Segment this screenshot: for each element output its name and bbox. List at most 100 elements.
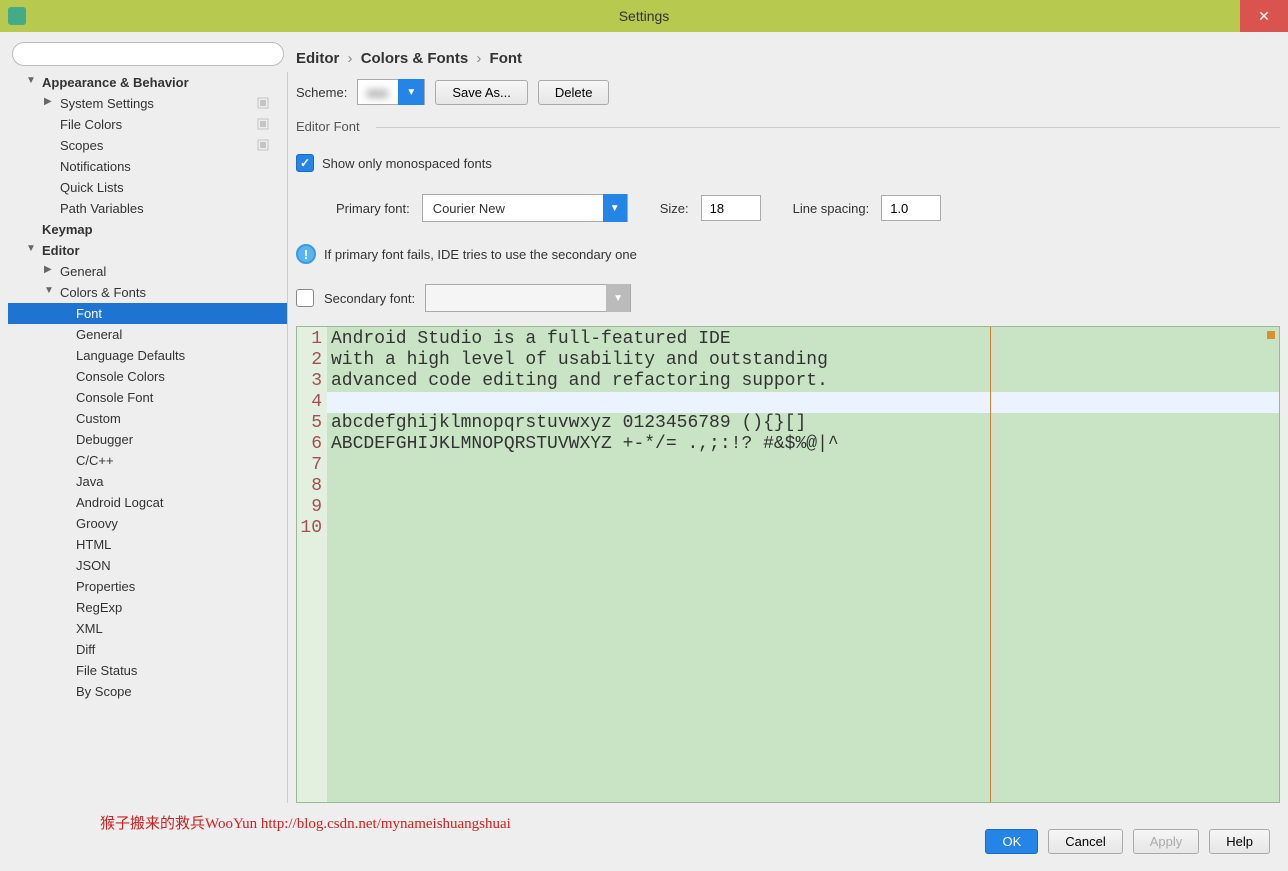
- tree-item-label: Custom: [76, 411, 121, 426]
- primary-font-dropdown[interactable]: Courier New ▼: [422, 194, 628, 222]
- body: 🔍 ▼ Appearance & Behavior ▶System Settings…: [0, 32, 1288, 811]
- primary-font-label: Primary font:: [336, 201, 410, 216]
- monospaced-checkbox[interactable]: ✓: [296, 154, 314, 172]
- tree-arrow-icon: ▼: [26, 75, 36, 86]
- tree-item[interactable]: Java: [8, 471, 287, 492]
- ok-button[interactable]: OK: [985, 829, 1038, 854]
- tree-item[interactable]: Debugger: [8, 429, 287, 450]
- tree-item[interactable]: Path Variables: [8, 198, 287, 219]
- search-container: 🔍: [12, 42, 284, 66]
- tree-item[interactable]: File Colors: [8, 114, 287, 135]
- preview-gutter: 12345678910: [297, 327, 327, 802]
- tree-item-label: By Scope: [76, 684, 132, 699]
- editor-font-legend: Editor Font: [296, 119, 1280, 134]
- size-label: Size:: [660, 201, 689, 216]
- tree-item[interactable]: Font: [8, 303, 287, 324]
- tree-item[interactable]: Scopes: [8, 135, 287, 156]
- tree-item-label: General: [76, 327, 122, 342]
- primary-font-row: Primary font: Courier New ▼ Size: Line s…: [336, 194, 1280, 222]
- breadcrumb-colorsfonts: Colors & Fonts: [361, 50, 469, 67]
- help-button[interactable]: Help: [1209, 829, 1270, 854]
- settings-window: Settings ✕ 🔍 ▼ Appearance & Behavior ▶Syst…: [0, 0, 1288, 871]
- preview-line: with a high level of usability and outst…: [331, 350, 1275, 371]
- main-panel: Editor › Colors & Fonts › Font Scheme: a…: [296, 40, 1280, 803]
- preview-line: advanced code editing and refactoring su…: [331, 371, 1275, 392]
- info-row: ! If primary font fails, IDE tries to us…: [296, 244, 1280, 264]
- settings-tree[interactable]: ▼ Appearance & Behavior ▶System Settings Fi…: [8, 72, 288, 803]
- tree-item-label: Android Logcat: [76, 495, 163, 510]
- tree-item-label: Keymap: [42, 222, 93, 237]
- tree-item[interactable]: Groovy: [8, 513, 287, 534]
- tree-item-label: File Status: [76, 663, 137, 678]
- breadcrumb-font: Font: [490, 50, 522, 67]
- tree-item[interactable]: Console Font: [8, 387, 287, 408]
- tree-item-label: XML: [76, 621, 103, 636]
- tree-item-label: Notifications: [60, 159, 131, 174]
- tree-item-label: RegExp: [76, 600, 122, 615]
- tree-item-label: Language Defaults: [76, 348, 185, 363]
- tree-item-label: Diff: [76, 642, 95, 657]
- breadcrumb-editor: Editor: [296, 50, 339, 67]
- tree-item[interactable]: Quick Lists: [8, 177, 287, 198]
- tree-item-label: File Colors: [60, 117, 122, 132]
- tree-item-label: Colors & Fonts: [60, 285, 146, 300]
- tree-item[interactable]: Custom: [8, 408, 287, 429]
- tree-item-label: Appearance & Behavior: [42, 75, 189, 90]
- size-input[interactable]: [701, 195, 761, 221]
- tree-item[interactable]: Keymap: [8, 219, 287, 240]
- watermark-text: 猴子搬来的救兵WooYun http://blog.csdn.net/mynam…: [100, 812, 511, 833]
- scheme-row: Scheme: aaa ▼ Save As... Delete: [296, 79, 1280, 105]
- tree-item-label: Groovy: [76, 516, 118, 531]
- preview-line: ABCDEFGHIJKLMNOPQRSTUVWXYZ +-*/= .,;:!? …: [331, 434, 1275, 455]
- tree-item[interactable]: Language Defaults: [8, 345, 287, 366]
- tree-item[interactable]: ▶General: [8, 261, 287, 282]
- tree-item-label: Properties: [76, 579, 135, 594]
- tree-item[interactable]: ▼ Appearance & Behavior: [8, 72, 287, 93]
- tree-item[interactable]: Properties: [8, 576, 287, 597]
- tree-item[interactable]: By Scope: [8, 681, 287, 702]
- close-button[interactable]: ✕: [1240, 0, 1288, 32]
- breadcrumb-sep: ›: [344, 50, 357, 67]
- breadcrumb-sep: ›: [472, 50, 485, 67]
- monospaced-checkbox-label: Show only monospaced fonts: [322, 156, 492, 171]
- tree-item[interactable]: ▼ Colors & Fonts: [8, 282, 287, 303]
- project-overlay-icon: [257, 118, 269, 130]
- line-spacing-label: Line spacing:: [793, 201, 870, 216]
- preview-line: [331, 518, 1275, 539]
- search-input[interactable]: [12, 42, 284, 66]
- monospaced-checkbox-row[interactable]: ✓ Show only monospaced fonts: [296, 154, 1280, 172]
- tree-item[interactable]: Console Colors: [8, 366, 287, 387]
- preview-line: Android Studio is a full-featured IDE: [331, 329, 1275, 350]
- tree-item-label: Console Colors: [76, 369, 165, 384]
- titlebar: Settings ✕: [0, 0, 1288, 32]
- scheme-dropdown[interactable]: aaa ▼: [357, 79, 425, 105]
- info-icon: !: [296, 244, 316, 264]
- chevron-down-icon: ▼: [398, 79, 424, 105]
- tree-item[interactable]: General: [8, 324, 287, 345]
- preview-line: [331, 497, 1275, 518]
- tree-item[interactable]: HTML: [8, 534, 287, 555]
- tree-item[interactable]: JSON: [8, 555, 287, 576]
- tree-item[interactable]: C/C++: [8, 450, 287, 471]
- tree-item[interactable]: XML: [8, 618, 287, 639]
- cancel-button[interactable]: Cancel: [1048, 829, 1122, 854]
- save-as-button[interactable]: Save As...: [435, 80, 528, 105]
- tree-arrow-icon: ▼: [44, 285, 54, 296]
- apply-button[interactable]: Apply: [1133, 829, 1200, 854]
- delete-button[interactable]: Delete: [538, 80, 610, 105]
- tree-item[interactable]: Android Logcat: [8, 492, 287, 513]
- tree-item-label: Debugger: [76, 432, 133, 447]
- preview-line: [327, 392, 1279, 413]
- line-spacing-input[interactable]: [881, 195, 941, 221]
- secondary-font-checkbox[interactable]: [296, 289, 314, 307]
- tree-item[interactable]: ▶System Settings: [8, 93, 287, 114]
- tree-item[interactable]: ▼Editor: [8, 240, 287, 261]
- secondary-font-dropdown[interactable]: ▼: [425, 284, 631, 312]
- tree-item[interactable]: Notifications: [8, 156, 287, 177]
- preview-line: [331, 455, 1275, 476]
- tree-item[interactable]: File Status: [8, 660, 287, 681]
- info-text: If primary font fails, IDE tries to use …: [324, 247, 637, 262]
- tree-item[interactable]: Diff: [8, 639, 287, 660]
- tree-item[interactable]: RegExp: [8, 597, 287, 618]
- secondary-font-row: Secondary font: ▼: [296, 284, 1280, 312]
